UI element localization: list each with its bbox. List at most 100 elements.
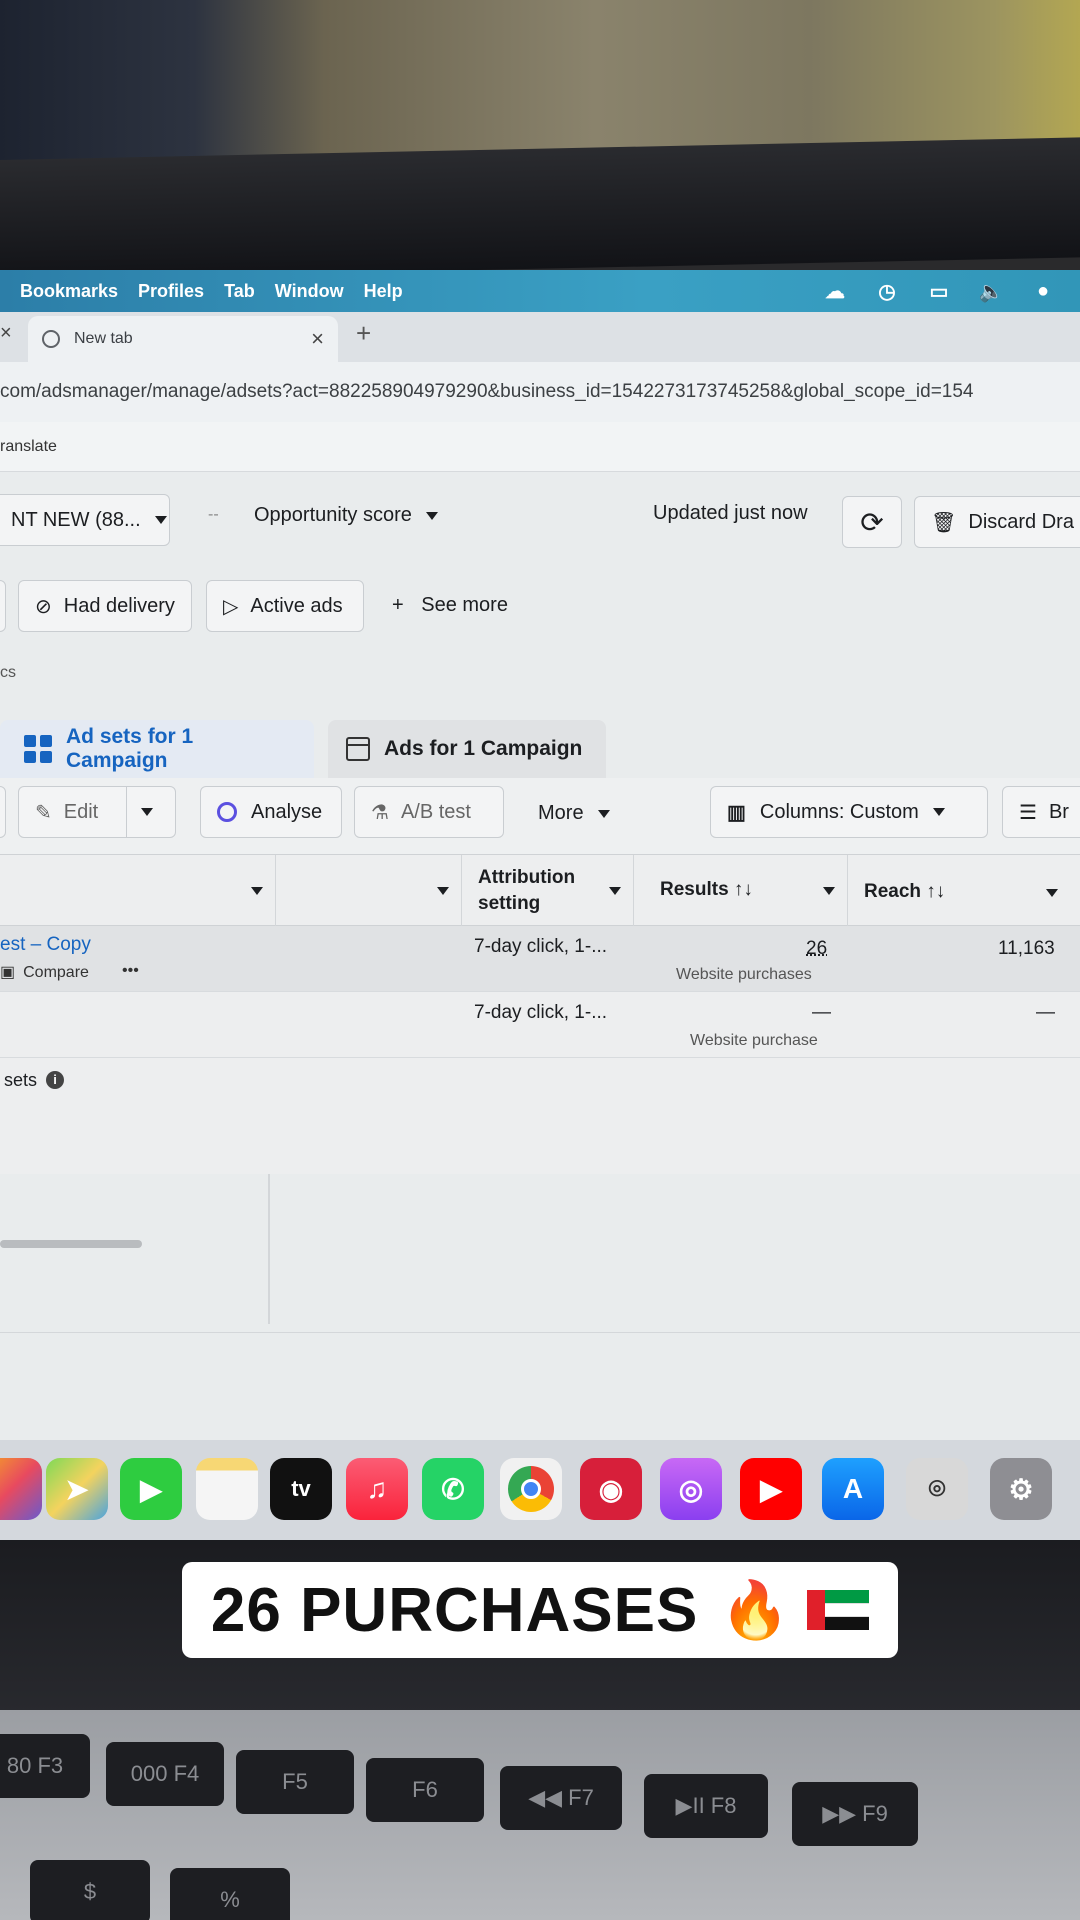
column-reach[interactable]: Reach ↑↓: [848, 855, 1072, 927]
key-f3[interactable]: 80 F3: [0, 1734, 90, 1798]
app-store-app-icon[interactable]: A: [822, 1458, 884, 1520]
ab-test-label: A/B test: [401, 801, 471, 824]
table-footer: sets i: [0, 1058, 1080, 1098]
volume-icon[interactable]: 🔈: [976, 280, 1006, 302]
column-name[interactable]: [0, 855, 276, 927]
user-icon[interactable]: ●: [1028, 280, 1058, 302]
opportunity-score[interactable]: Opportunity score: [254, 504, 438, 527]
url-text[interactable]: com/adsmanager/manage/adsets?act=8822589…: [0, 381, 1080, 403]
account-selector[interactable]: NT NEW (88...: [0, 494, 170, 546]
youtube-app-icon[interactable]: ▶: [740, 1458, 802, 1520]
key-percent[interactable]: %: [170, 1868, 290, 1920]
photos-app-icon[interactable]: [0, 1458, 42, 1520]
facetime-app-icon[interactable]: ▶: [120, 1458, 182, 1520]
filter-active-ads[interactable]: ▷ Active ads: [206, 580, 364, 632]
key-f5[interactable]: F5: [236, 1750, 354, 1814]
tab-adsets[interactable]: Ad sets for 1 Campaign: [0, 720, 314, 778]
close-icon[interactable]: ×: [311, 326, 324, 352]
reach-value: 11,163: [998, 938, 1055, 960]
gauge-icon: --: [208, 506, 219, 524]
browser-tabstrip: × New tab × +: [0, 312, 1080, 362]
address-bar[interactable]: com/adsmanager/manage/adsets?act=8822589…: [0, 362, 1080, 422]
ad-page-icon: [346, 737, 370, 761]
horizontal-scrollbar[interactable]: [0, 1240, 142, 1248]
filter-chip-partial[interactable]: [0, 580, 6, 632]
menu-tab[interactable]: Tab: [224, 281, 255, 302]
columns-icon: ▥: [727, 800, 746, 825]
results-value[interactable]: 26: [806, 938, 827, 960]
toolbar-partial-button[interactable]: [0, 786, 6, 838]
row-more-button[interactable]: •••: [122, 962, 139, 980]
chevron-down-icon[interactable]: [141, 808, 153, 816]
maps-app-icon[interactable]: ➤: [46, 1458, 108, 1520]
chrome-app-icon[interactable]: [500, 1458, 562, 1520]
podcasts-app-icon[interactable]: ◎: [660, 1458, 722, 1520]
table-row[interactable]: 7-day click, 1-... — Website purchase —: [0, 992, 1080, 1058]
column-attribution[interactable]: Attribution setting: [462, 855, 634, 927]
reach-header: Reach ↑↓: [864, 881, 945, 902]
laptop-bezel-top: [0, 137, 1080, 280]
flask-icon: ⚗: [371, 800, 389, 825]
breakdown-button[interactable]: ☰ Br: [1002, 786, 1080, 838]
menu-window[interactable]: Window: [275, 281, 344, 302]
photo-booth-app-icon[interactable]: ◉: [580, 1458, 642, 1520]
breakdown-icon: ☰: [1019, 800, 1037, 825]
section-label: cs: [0, 664, 16, 682]
key-f7[interactable]: ◀◀ F7: [500, 1766, 622, 1830]
analyse-button[interactable]: Analyse: [200, 786, 342, 838]
cloud-icon[interactable]: ☁: [820, 280, 850, 302]
reach-value: —: [1036, 1002, 1055, 1024]
more-button[interactable]: More: [538, 802, 610, 825]
key-f4[interactable]: 000 F4: [106, 1742, 224, 1806]
tv-app-icon[interactable]: tv: [270, 1458, 332, 1520]
adset-name[interactable]: est – Copy: [0, 934, 91, 956]
refresh-button[interactable]: ⟳: [842, 496, 902, 548]
table-row[interactable]: est – Copy ▣ Compare ••• 7-day click, 1-.…: [0, 926, 1080, 992]
column-results[interactable]: Results ↑↓: [634, 855, 848, 927]
edit-button[interactable]: ✎ Edit: [18, 786, 176, 838]
key-f6[interactable]: F6: [366, 1758, 484, 1822]
updated-status: Updated just now: [653, 502, 808, 525]
bookmark-translate[interactable]: ranslate: [0, 438, 57, 456]
pencil-icon: ✎: [35, 800, 52, 825]
info-icon[interactable]: i: [46, 1071, 64, 1089]
active-ads-label: Active ads: [250, 595, 342, 618]
keyboard: 80 F3 000 F4 F5 F6 ◀◀ F7 ▶II F8 ▶▶ F9 $ …: [0, 1710, 1080, 1920]
columns-button[interactable]: ▥ Columns: Custom: [710, 786, 988, 838]
see-more-link[interactable]: + See more: [392, 594, 508, 617]
caption-text: 26 PURCHASES: [211, 1575, 698, 1646]
discard-drafts-button[interactable]: 🗑 Discard Dra: [914, 496, 1080, 548]
settings-app-icon[interactable]: ⚙: [990, 1458, 1052, 1520]
clock-icon[interactable]: ◷: [872, 280, 902, 302]
menu-bookmarks[interactable]: Bookmarks: [20, 281, 118, 302]
column-blank[interactable]: [276, 855, 462, 927]
notes-app-icon[interactable]: [196, 1458, 258, 1520]
chevron-down-icon: [437, 887, 449, 895]
fire-icon: 🔥: [720, 1577, 791, 1643]
key-dollar[interactable]: $: [30, 1860, 150, 1920]
grid-icon: [24, 735, 52, 763]
more-label: More: [538, 802, 584, 825]
chevron-down-icon: [823, 887, 835, 895]
compare-link[interactable]: ▣ Compare: [0, 962, 89, 982]
edit-label: Edit: [64, 801, 98, 824]
menu-profiles[interactable]: Profiles: [138, 281, 204, 302]
browser-tab-new[interactable]: New tab ×: [28, 316, 338, 362]
key-f9[interactable]: ▶▶ F9: [792, 1782, 918, 1846]
attribution-cell: 7-day click, 1-...: [474, 936, 607, 958]
macos-dock: ➤ ▶ tv ♫ ✆ ◉ ◎ ▶ A ⌾ ⚙: [0, 1440, 1080, 1550]
attribution-cell: 7-day click, 1-...: [474, 1002, 607, 1024]
screenshot-app-icon[interactable]: ⌾: [906, 1458, 968, 1520]
filter-had-delivery[interactable]: ⊘ Had delivery: [18, 580, 192, 632]
new-tab-button[interactable]: +: [356, 318, 371, 349]
results-type: Website purchase: [690, 1032, 818, 1050]
key-f8[interactable]: ▶II F8: [644, 1774, 768, 1838]
close-icon[interactable]: ×: [0, 322, 12, 345]
display-icon[interactable]: ▭: [924, 280, 954, 302]
whatsapp-app-icon[interactable]: ✆: [422, 1458, 484, 1520]
music-app-icon[interactable]: ♫: [346, 1458, 408, 1520]
refresh-icon: ⟳: [860, 506, 883, 539]
ab-test-button[interactable]: ⚗ A/B test: [354, 786, 504, 838]
menu-help[interactable]: Help: [364, 281, 403, 302]
tab-ads[interactable]: Ads for 1 Campaign: [328, 720, 606, 778]
